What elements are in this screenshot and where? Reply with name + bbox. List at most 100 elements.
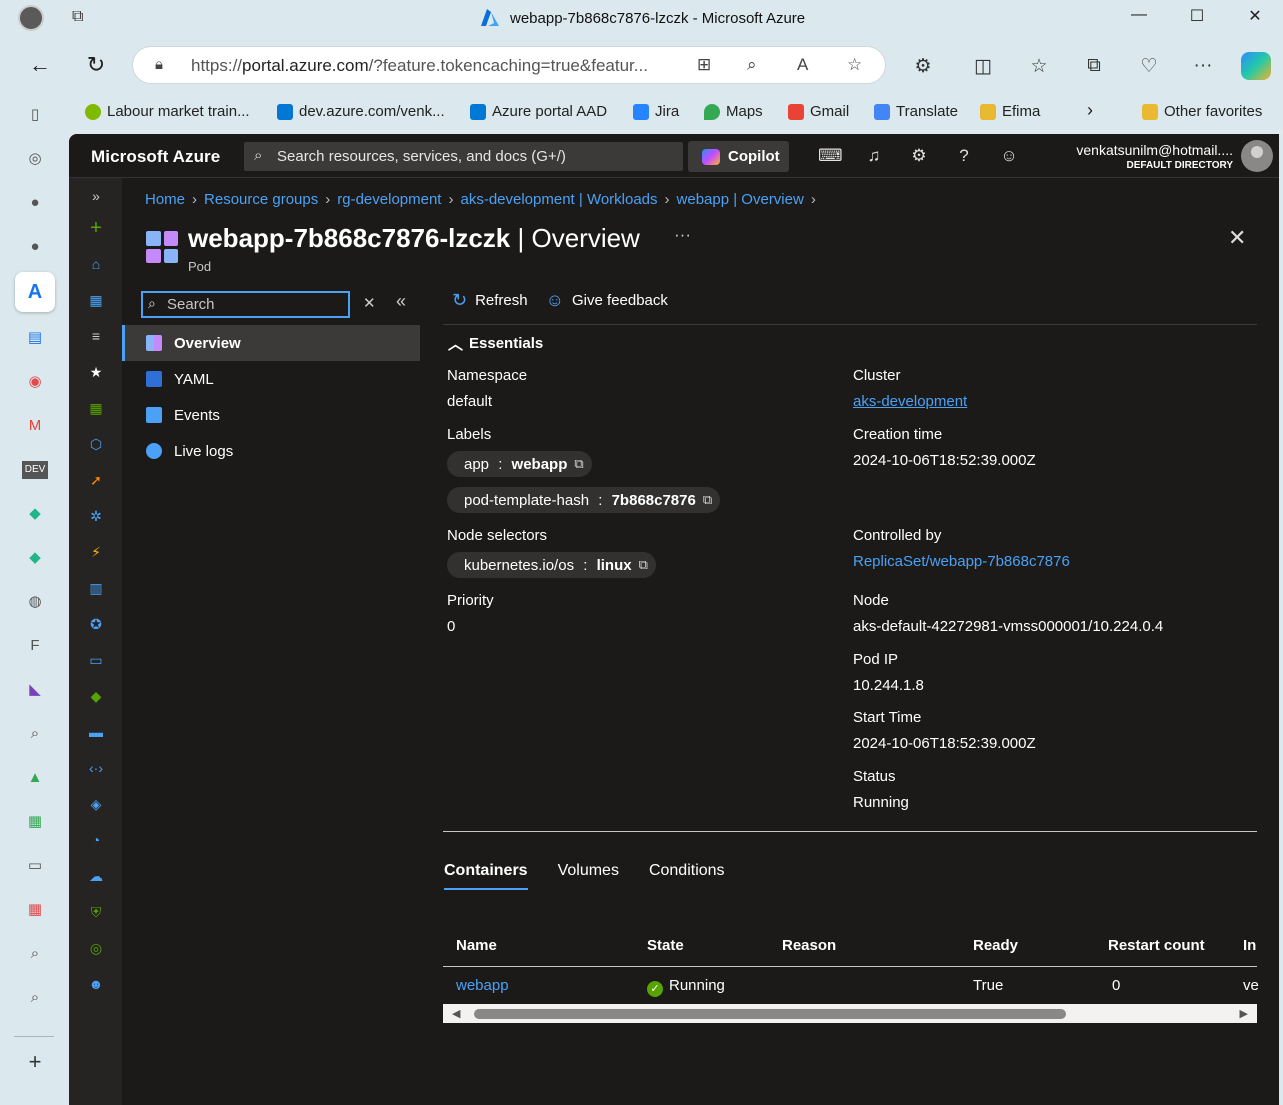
youtube-icon[interactable]: ◉ [22, 369, 48, 395]
extensions-icon[interactable]: ⚙ [910, 55, 936, 78]
breadcrumb-rg[interactable]: rg-development [337, 191, 441, 208]
github-icon[interactable]: ● [22, 190, 48, 216]
copy-icon[interactable]: ⧉ [639, 557, 648, 573]
refresh-button[interactable]: ↻ Refresh [452, 290, 528, 311]
collections-icon[interactable]: ⧉ [1081, 55, 1107, 77]
cost-management-icon[interactable]: ◎ [86, 938, 106, 958]
office-icon[interactable]: ▦ [22, 897, 48, 923]
search-icon[interactable]: ⌕ [22, 721, 48, 747]
container-name-link[interactable]: webapp [456, 977, 509, 994]
file-icon[interactable]: ▭ [22, 853, 48, 879]
dashboard-icon[interactable]: ▦ [86, 290, 106, 310]
scroll-left-icon[interactable]: ◀ [452, 1007, 460, 1020]
profile-avatar[interactable] [18, 5, 44, 31]
column-header-state[interactable]: State [647, 937, 684, 954]
favorite-item[interactable]: Labour market train... [85, 103, 250, 120]
github-icon[interactable]: ● [22, 234, 48, 260]
back-icon[interactable]: ← [26, 52, 54, 78]
settings-gear-icon[interactable]: ⚙ [908, 146, 930, 166]
minimize-icon[interactable]: — [1124, 6, 1154, 30]
gmail-icon[interactable]: M [22, 413, 48, 439]
virtual-network-icon[interactable]: ‹·› [86, 758, 106, 778]
feedback-icon[interactable]: ☺ [998, 146, 1020, 166]
quickstart-icon[interactable]: ➚ [86, 470, 106, 490]
copy-icon[interactable]: ⧉ [703, 492, 712, 508]
search-icon[interactable]: ⌕ [22, 985, 48, 1011]
essentials-toggle[interactable]: ︿ Essentials [448, 333, 543, 354]
maximize-icon[interactable]: ☐ [1182, 6, 1212, 30]
column-header-name[interactable]: Name [456, 937, 497, 954]
controlled-by-link[interactable]: ReplicaSet/webapp-7b868c7876 [853, 553, 1070, 570]
app-icon[interactable]: ◆ [22, 501, 48, 527]
favorite-item[interactable]: Jira [633, 103, 679, 120]
kubernetes-icon[interactable]: ✲ [86, 506, 106, 526]
lock-icon[interactable]: 🔒︎ [155, 56, 163, 73]
menu-item-events[interactable]: Events [122, 397, 420, 433]
refresh-icon[interactable]: ↻ [82, 52, 110, 78]
scroll-right-icon[interactable]: ▶ [1240, 1007, 1248, 1020]
dev-icon[interactable]: DEV [22, 461, 48, 479]
other-favorites[interactable]: Other favorites [1142, 103, 1262, 120]
defender-icon[interactable]: ⛨ [86, 902, 106, 922]
column-header-restart-count[interactable]: Restart count [1108, 937, 1205, 954]
sidebar-toggle-icon[interactable]: ▯ [22, 102, 48, 128]
cluster-link[interactable]: aks-development [853, 393, 967, 410]
favorite-item[interactable]: Gmail [788, 103, 849, 120]
address-bar[interactable]: 🔒︎ https://portal.azure.com/?feature.tok… [132, 46, 886, 84]
add-icon[interactable]: + [22, 1049, 48, 1075]
resource-groups-icon[interactable]: ⬡ [86, 434, 106, 454]
expand-menu-icon[interactable]: » [86, 186, 106, 206]
entra-id-icon[interactable]: ◈ [86, 794, 106, 814]
clear-search-icon[interactable]: ✕ [363, 294, 376, 312]
tab-actions-icon[interactable]: ⧉ [72, 8, 92, 28]
column-header-ready[interactable]: Ready [973, 937, 1018, 954]
azure-portal-icon[interactable]: A [15, 272, 55, 312]
app-icon[interactable]: ◆ [22, 545, 48, 571]
favorites-icon[interactable]: ☆ [1026, 55, 1052, 78]
app-available-icon[interactable]: ⊞ [697, 55, 711, 75]
browser-essentials-icon[interactable]: ♡ [1136, 55, 1162, 78]
close-blade-icon[interactable]: ✕ [1228, 225, 1246, 251]
storage-account-icon[interactable]: ▬ [86, 722, 106, 742]
breadcrumb-resource-groups[interactable]: Resource groups [204, 191, 318, 208]
advisor-icon[interactable]: ☁ [86, 866, 106, 886]
copilot-button[interactable]: Copilot [688, 141, 789, 172]
tab-containers[interactable]: Containers [444, 862, 528, 890]
menu-item-overview[interactable]: Overview [122, 325, 420, 361]
cosmos-db-icon[interactable]: ✪ [86, 614, 106, 634]
favorite-item[interactable]: Maps [704, 103, 763, 120]
tab-volumes[interactable]: Volumes [558, 862, 619, 890]
all-resources-icon[interactable]: ▦ [86, 398, 106, 418]
edge-copilot-icon[interactable] [1241, 52, 1271, 80]
menu-item-yaml[interactable]: YAML [122, 361, 420, 397]
column-header-reason[interactable]: Reason [782, 937, 836, 954]
help-icon[interactable]: ? [953, 146, 975, 166]
help-support-icon[interactable]: ☻ [86, 974, 106, 994]
search-icon[interactable]: ⌕ [22, 941, 48, 967]
favorites-star-icon[interactable]: ★ [86, 362, 106, 382]
account-info[interactable]: venkatsunilm@hotmail.... DEFAULT DIRECTO… [1076, 142, 1233, 171]
breadcrumb-home[interactable]: Home [145, 191, 185, 208]
favorite-item[interactable]: dev.azure.com/venk... [277, 103, 445, 120]
favorite-item[interactable]: Translate [874, 103, 958, 120]
sql-icon[interactable]: ▥ [86, 578, 106, 598]
monitor-icon[interactable]: ◔ [86, 830, 106, 850]
menu-item-live-logs[interactable]: Live logs [122, 433, 420, 469]
home-icon[interactable]: ⌂ [86, 254, 106, 274]
load-balancer-icon[interactable]: ◆ [86, 686, 106, 706]
drive-icon[interactable]: ▲ [22, 765, 48, 791]
zoom-icon[interactable]: ⌕ [747, 55, 757, 75]
more-options-icon[interactable]: ··· [674, 225, 691, 245]
tab-conditions[interactable]: Conditions [649, 862, 725, 890]
read-aloud-icon[interactable]: A [797, 55, 808, 75]
user-avatar[interactable] [1241, 140, 1273, 172]
virtual-machine-icon[interactable]: ▭ [86, 650, 106, 670]
copy-icon[interactable]: ⧉ [574, 456, 583, 472]
resource-menu-search[interactable]: ⌕ [141, 291, 350, 318]
give-feedback-button[interactable]: ☺ Give feedback [546, 290, 668, 311]
docs-icon[interactable]: ▤ [22, 325, 48, 351]
terraform-icon[interactable]: ◣ [22, 677, 48, 703]
column-header-image[interactable]: In [1243, 937, 1256, 954]
cloud-shell-icon[interactable]: ⌨ [818, 146, 843, 166]
favorite-item[interactable]: Azure portal AAD [470, 103, 607, 120]
